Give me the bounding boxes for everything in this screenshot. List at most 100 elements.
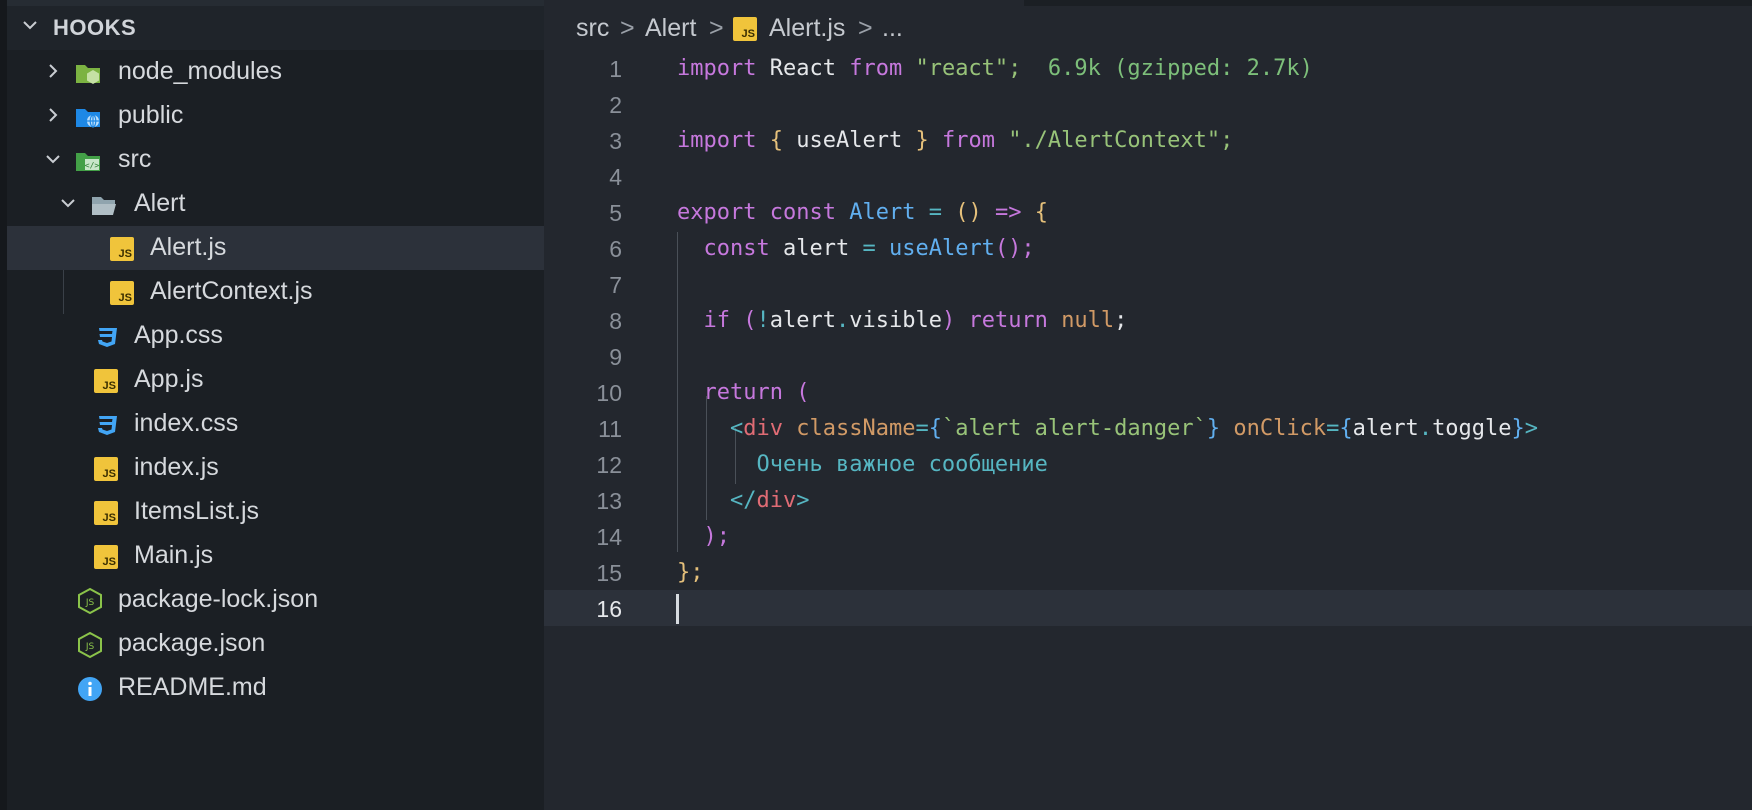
line-number: 1 bbox=[609, 56, 622, 82]
chevron-down-icon[interactable] bbox=[43, 149, 63, 169]
code-text: Очень важное сообщение bbox=[756, 452, 1048, 477]
chevron-down-icon[interactable] bbox=[58, 193, 78, 213]
chevron-right-icon[interactable] bbox=[43, 61, 63, 81]
tree-item-package-lock-json[interactable]: JS package-lock.json bbox=[7, 578, 544, 622]
code-text: ); bbox=[703, 524, 731, 549]
code-text: import { useAlert } from "./AlertContext… bbox=[677, 128, 1234, 153]
npm-json-icon: JS bbox=[78, 631, 102, 659]
js-file-icon: JS bbox=[94, 369, 118, 393]
code-text: if (!alert.visible) return null; bbox=[703, 308, 1128, 333]
code-text: import React from "react"; 6.9k (gzipped… bbox=[677, 56, 1313, 81]
tree-item-main-js[interactable]: JS Main.js bbox=[7, 534, 544, 578]
code-line[interactable]: 5 export const Alert = () => { bbox=[544, 194, 1752, 230]
breadcrumb-item-alert[interactable]: Alert bbox=[645, 14, 696, 43]
tree-item-readme-md[interactable]: README.md bbox=[7, 666, 544, 710]
import-size-hint: 6.9k (gzipped: 2.7k) bbox=[1047, 56, 1313, 81]
breadcrumb-item-more[interactable]: ... bbox=[882, 14, 903, 43]
line-number: 9 bbox=[609, 344, 622, 370]
tree-item-label: App.js bbox=[134, 365, 204, 393]
code-text: }; bbox=[677, 560, 704, 585]
code-line[interactable]: 4 bbox=[544, 158, 1752, 194]
js-file-icon: JS bbox=[110, 237, 134, 261]
tree-item-label: AlertContext.js bbox=[150, 277, 313, 305]
tree-item-index-js[interactable]: JS index.js bbox=[7, 446, 544, 490]
explorer-sidebar: HOOKS node_modules public </> src Alert … bbox=[0, 0, 544, 810]
line-number: 16 bbox=[596, 596, 622, 622]
code-line[interactable]: 2 bbox=[544, 86, 1752, 122]
line-number: 2 bbox=[609, 92, 622, 118]
tree-item-alert-folder[interactable]: Alert bbox=[7, 182, 544, 226]
tree-item-label: Alert bbox=[134, 189, 186, 217]
chevron-down-icon[interactable] bbox=[21, 16, 39, 34]
breadcrumb-separator: > bbox=[620, 14, 635, 42]
editor-top-strip bbox=[1024, 0, 1752, 6]
info-icon bbox=[78, 677, 102, 701]
tree-item-label: src bbox=[118, 145, 152, 173]
breadcrumb-separator: > bbox=[858, 14, 873, 42]
explorer-title: HOOKS bbox=[53, 15, 137, 40]
public-folder-icon bbox=[76, 109, 100, 128]
tree-item-label: package.json bbox=[118, 629, 266, 657]
tree-item-alert-js[interactable]: JS Alert.js bbox=[7, 226, 544, 270]
tree-item-index-css[interactable]: index.css bbox=[7, 402, 544, 446]
code-line[interactable]: 14 ); bbox=[544, 518, 1752, 554]
svg-text:JS: JS bbox=[85, 598, 95, 608]
line-number: 13 bbox=[596, 488, 622, 514]
code-line[interactable]: 11 <div className={`alert alert-danger`}… bbox=[544, 410, 1752, 446]
line-number: 5 bbox=[609, 200, 622, 226]
line-number: 7 bbox=[609, 272, 622, 298]
tree-item-label: Alert.js bbox=[150, 233, 227, 261]
line-number: 8 bbox=[609, 308, 622, 334]
code-text: <div className={`alert alert-danger`} on… bbox=[729, 416, 1539, 441]
tree-item-label: index.css bbox=[134, 409, 239, 437]
code-line[interactable]: 13 </div> bbox=[544, 482, 1752, 518]
breadcrumb-item-file[interactable]: Alert.js bbox=[769, 14, 845, 43]
code-text: export const Alert = () => { bbox=[677, 200, 1048, 225]
code-line[interactable]: 12 Очень важное сообщение bbox=[544, 446, 1752, 482]
code-line[interactable]: 9 bbox=[544, 338, 1752, 374]
tree-item-app-css[interactable]: App.css bbox=[7, 314, 544, 358]
tree-item-src[interactable]: </> src bbox=[7, 138, 544, 182]
code-editor[interactable]: src > Alert > JS Alert.js > ... 1 import… bbox=[544, 0, 1752, 810]
tree-item-app-js[interactable]: JS App.js bbox=[7, 358, 544, 402]
svg-text:</>: </> bbox=[85, 161, 100, 170]
explorer-header[interactable]: HOOKS bbox=[7, 0, 544, 50]
tree-item-label: index.js bbox=[134, 453, 219, 481]
js-file-icon: JS bbox=[110, 281, 134, 305]
breadcrumb-item-src[interactable]: src bbox=[576, 14, 609, 43]
tree-item-label: public bbox=[118, 101, 184, 129]
tree-item-alertcontext-js[interactable]: JS AlertContext.js bbox=[7, 270, 544, 314]
svg-text:JS: JS bbox=[85, 642, 95, 652]
code-line[interactable]: 6 const alert = useAlert(); bbox=[544, 230, 1752, 266]
line-number: 11 bbox=[598, 416, 622, 442]
node-folder-icon bbox=[76, 65, 100, 84]
line-number: 10 bbox=[596, 380, 622, 406]
tree-item-label: App.css bbox=[134, 321, 223, 349]
tree-item-itemslist-js[interactable]: JS ItemsList.js bbox=[7, 490, 544, 534]
tree-item-node-modules[interactable]: node_modules bbox=[7, 50, 544, 94]
tree-item-label: ItemsList.js bbox=[134, 497, 260, 525]
code-line[interactable]: 1 import React from "react"; 6.9k (gzipp… bbox=[544, 50, 1752, 86]
code-line[interactable]: 8 if (!alert.visible) return null; bbox=[544, 302, 1752, 338]
line-number: 4 bbox=[609, 164, 622, 190]
line-number: 15 bbox=[596, 560, 622, 586]
js-file-icon: JS bbox=[94, 457, 118, 481]
line-number: 12 bbox=[596, 452, 622, 478]
chevron-right-icon[interactable] bbox=[43, 105, 63, 125]
css-file-icon bbox=[98, 416, 117, 435]
tree-item-label: node_modules bbox=[118, 57, 283, 85]
line-number: 14 bbox=[596, 524, 622, 550]
code-line-current[interactable]: 16 bbox=[544, 590, 1752, 626]
tree-item-package-json[interactable]: JS package.json bbox=[7, 622, 544, 666]
code-line[interactable]: 15 }; bbox=[544, 554, 1752, 590]
code-line[interactable]: 3 import { useAlert } from "./AlertConte… bbox=[544, 122, 1752, 158]
folder-open-icon bbox=[92, 197, 116, 215]
activity-edge bbox=[0, 0, 7, 810]
npm-json-icon: JS bbox=[78, 587, 102, 615]
code-text: return ( bbox=[703, 380, 810, 405]
code-line[interactable]: 7 bbox=[544, 266, 1752, 302]
code-line[interactable]: 10 return ( bbox=[544, 374, 1752, 410]
tree-item-label: README.md bbox=[118, 673, 267, 701]
tree-item-public[interactable]: public bbox=[7, 94, 544, 138]
src-folder-icon: </> bbox=[76, 153, 100, 171]
